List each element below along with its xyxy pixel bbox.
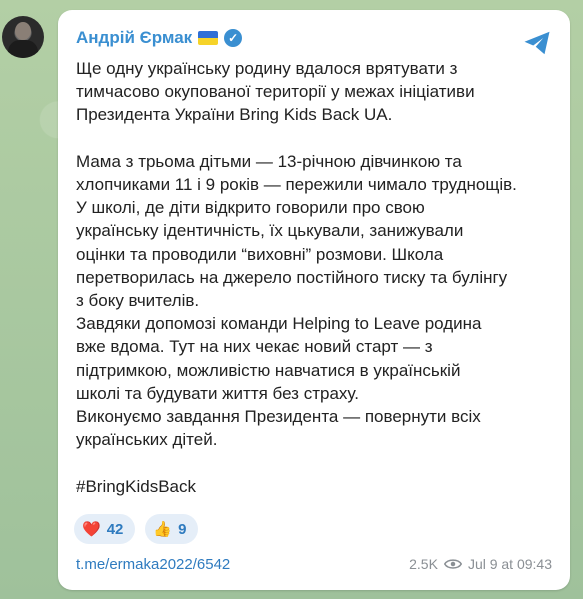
message-bubble: Андрій Єрмак ✓ Ще одну українську родину… — [58, 10, 570, 590]
ukraine-flag-icon — [198, 31, 219, 45]
message-text: Ще одну українську родину вдалося врятув… — [76, 59, 517, 496]
share-icon[interactable] — [522, 28, 552, 58]
heart-icon: ❤️ — [82, 521, 101, 538]
reaction-count: 9 — [178, 520, 187, 538]
message-footer: t.me/ermaka2022/6542 2.5K Jul 9 at 09:43 — [76, 556, 552, 576]
reaction-heart[interactable]: ❤️ 42 — [74, 514, 136, 544]
author-name[interactable]: Андрій Єрмак — [76, 28, 192, 48]
timestamp: Jul 9 at 09:43 — [467, 556, 552, 572]
message-meta: 2.5K Jul 9 at 09:43 — [409, 556, 552, 572]
verified-badge-icon: ✓ — [224, 29, 243, 47]
eye-icon — [443, 559, 462, 569]
reaction-count: 42 — [106, 520, 124, 538]
author-row: Андрій Єрмак ✓ — [76, 28, 243, 48]
reactions-bar: ❤️ 42 👍 9 — [74, 514, 199, 544]
reaction-thumbs-up[interactable]: 👍 9 — [145, 514, 199, 544]
thumbs-up-icon: 👍 — [153, 521, 173, 538]
author-avatar[interactable] — [2, 16, 44, 58]
view-count: 2.5K — [409, 556, 438, 572]
post-link[interactable]: t.me/ermaka2022/6542 — [76, 556, 230, 573]
